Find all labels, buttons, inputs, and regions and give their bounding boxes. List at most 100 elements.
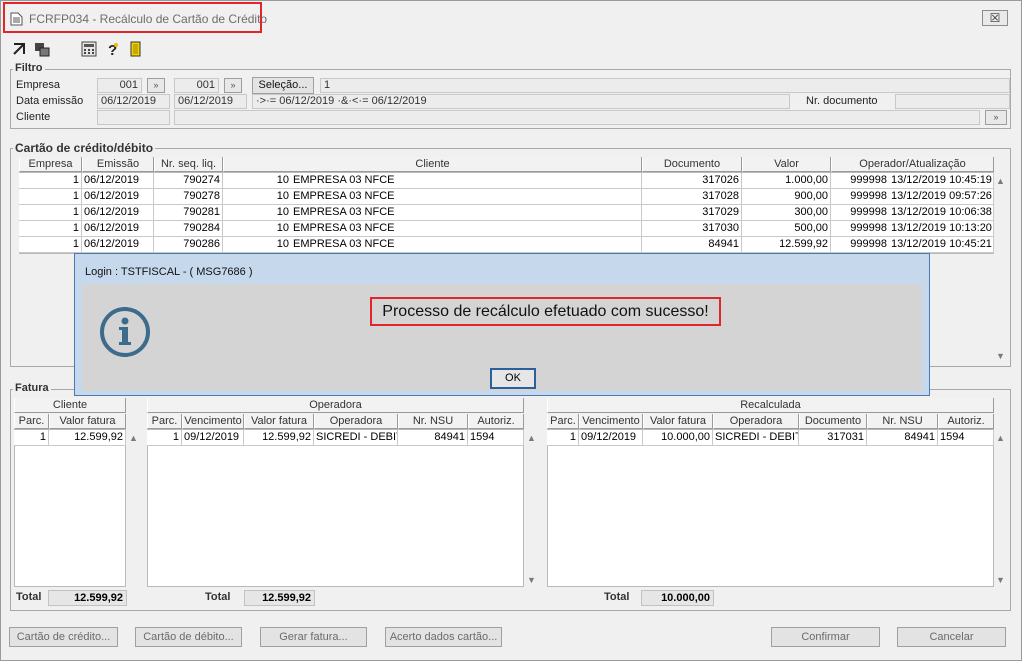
table-cell[interactable]: 09/12/2019	[579, 430, 643, 446]
scroll-up-arrow[interactable]: ▲	[129, 433, 138, 443]
table-cell[interactable]: 999998	[831, 189, 889, 205]
table-cell[interactable]: 84941	[642, 237, 742, 253]
close-button[interactable]: ☒	[982, 10, 1008, 26]
table-cell[interactable]: 999998	[831, 221, 889, 237]
scroll-down-arrow[interactable]: ▼	[527, 575, 536, 585]
table-cell[interactable]: 317029	[642, 205, 742, 221]
recalc-col-documento[interactable]: Documento	[799, 414, 867, 429]
table-cell[interactable]: 317030	[642, 221, 742, 237]
calculator-icon[interactable]	[81, 41, 97, 57]
help-icon[interactable]: ?	[105, 41, 121, 57]
empresa-from-lookup-button[interactable]: »	[147, 78, 165, 93]
table-cell[interactable]: 790281	[154, 205, 223, 221]
scroll-down-arrow[interactable]: ▼	[996, 575, 1005, 585]
empresa-to-field[interactable]: 001	[174, 78, 219, 93]
nr-documento-field[interactable]	[895, 94, 1010, 109]
operadora-col-operadora[interactable]: Operadora	[314, 414, 398, 429]
table-cell[interactable]: 13/12/2019 10:45:19	[889, 173, 994, 189]
recalc-col-nsu[interactable]: Nr. NSU	[867, 414, 938, 429]
table-cell[interactable]: 12.599,92	[742, 237, 831, 253]
table-cell[interactable]: 06/12/2019	[82, 237, 154, 253]
table-cell[interactable]: EMPRESA 03 NFCE	[291, 205, 642, 221]
confirmar-button[interactable]: Confirmar	[771, 627, 880, 647]
empresa-to-lookup-button[interactable]: »	[224, 78, 242, 93]
col-emissao[interactable]: Emissão	[82, 157, 154, 172]
table-cell[interactable]: EMPRESA 03 NFCE	[291, 173, 642, 189]
operadora-col-parc[interactable]: Parc.	[147, 414, 182, 429]
fatura-operadora-grid[interactable]	[147, 429, 524, 587]
cliente-lookup-button[interactable]: »	[985, 110, 1007, 125]
table-cell[interactable]: 06/12/2019	[82, 173, 154, 189]
cliente-name-field[interactable]	[174, 110, 980, 125]
cancelar-button[interactable]: Cancelar	[897, 627, 1006, 647]
table-cell[interactable]: 06/12/2019	[82, 221, 154, 237]
exit-arrow-icon[interactable]	[11, 41, 27, 57]
table-cell[interactable]: 1	[14, 430, 49, 446]
gerar-fatura-button[interactable]: Gerar fatura...	[260, 627, 367, 647]
col-cliente[interactable]: Cliente	[223, 157, 642, 172]
acerto-dados-cartao-button[interactable]: Acerto dados cartão...	[385, 627, 502, 647]
recalc-col-vencimento[interactable]: Vencimento	[579, 414, 643, 429]
recalc-col-operadora[interactable]: Operadora	[713, 414, 799, 429]
scroll-up-arrow[interactable]: ▲	[996, 176, 1005, 186]
table-cell[interactable]: 10	[223, 237, 291, 253]
recalc-col-parc[interactable]: Parc.	[547, 414, 579, 429]
table-cell[interactable]: 300,00	[742, 205, 831, 221]
table-cell[interactable]: 500,00	[742, 221, 831, 237]
table-cell[interactable]: 10	[223, 189, 291, 205]
operadora-col-valor[interactable]: Valor fatura	[244, 414, 314, 429]
table-cell[interactable]: 10	[223, 173, 291, 189]
cliente-col-valor[interactable]: Valor fatura	[49, 414, 126, 429]
window-switch-icon[interactable]	[34, 41, 50, 57]
cliente-code-field[interactable]	[97, 110, 170, 125]
table-cell[interactable]: 790278	[154, 189, 223, 205]
table-cell[interactable]: SICREDI - DEBITO	[713, 430, 799, 446]
table-cell[interactable]: 13/12/2019 09:57:26	[889, 189, 994, 205]
table-cell[interactable]: SICREDI - DEBITO	[314, 430, 398, 446]
data-to-field[interactable]: 06/12/2019	[174, 94, 247, 109]
data-from-field[interactable]: 06/12/2019	[97, 94, 170, 109]
table-cell[interactable]: 790284	[154, 221, 223, 237]
scroll-up-arrow[interactable]: ▲	[996, 433, 1005, 443]
table-cell[interactable]: 317031	[799, 430, 867, 446]
col-empresa[interactable]: Empresa	[19, 157, 82, 172]
table-cell[interactable]: 13/12/2019 10:06:38	[889, 205, 994, 221]
table-cell[interactable]: 13/12/2019 10:13:20	[889, 221, 994, 237]
recalc-col-autoriz[interactable]: Autoriz.	[938, 414, 994, 429]
selecao-button[interactable]: Seleção...	[252, 77, 314, 94]
operadora-col-vencimento[interactable]: Vencimento	[182, 414, 244, 429]
col-documento[interactable]: Documento	[642, 157, 742, 172]
ok-button[interactable]: OK	[490, 368, 536, 389]
empresa-from-field[interactable]: 001	[97, 78, 142, 93]
table-cell[interactable]: 84941	[398, 430, 468, 446]
table-cell[interactable]: 10.000,00	[643, 430, 713, 446]
scroll-down-arrow[interactable]: ▼	[996, 351, 1005, 361]
table-cell[interactable]: 317026	[642, 173, 742, 189]
table-cell[interactable]: 999998	[831, 237, 889, 253]
col-valor[interactable]: Valor	[742, 157, 831, 172]
door-exit-icon[interactable]	[128, 41, 144, 57]
operadora-col-nsu[interactable]: Nr. NSU	[398, 414, 468, 429]
table-cell[interactable]: 1	[19, 189, 82, 205]
data-expression-field[interactable]: ·>·= 06/12/2019 ·&·<·= 06/12/2019	[252, 94, 790, 109]
cliente-col-parc[interactable]: Parc.	[14, 414, 49, 429]
table-cell[interactable]: 13/12/2019 10:45:21	[889, 237, 994, 253]
table-cell[interactable]: 1	[19, 237, 82, 253]
cartao-credito-button[interactable]: Cartão de crédito...	[9, 627, 118, 647]
table-cell[interactable]: 1	[19, 173, 82, 189]
table-cell[interactable]: 790286	[154, 237, 223, 253]
table-cell[interactable]: 1	[19, 221, 82, 237]
table-cell[interactable]: 1594	[468, 430, 524, 446]
table-cell[interactable]: 12.599,92	[49, 430, 126, 446]
table-cell[interactable]: EMPRESA 03 NFCE	[291, 237, 642, 253]
scroll-up-arrow[interactable]: ▲	[527, 433, 536, 443]
table-cell[interactable]: EMPRESA 03 NFCE	[291, 221, 642, 237]
operadora-col-autoriz[interactable]: Autoriz.	[468, 414, 524, 429]
table-cell[interactable]: 10	[223, 221, 291, 237]
table-cell[interactable]: EMPRESA 03 NFCE	[291, 189, 642, 205]
fatura-cliente-grid[interactable]	[14, 429, 126, 587]
table-cell[interactable]: 790274	[154, 173, 223, 189]
table-cell[interactable]: 999998	[831, 173, 889, 189]
recalc-col-valor[interactable]: Valor fatura	[643, 414, 713, 429]
table-cell[interactable]: 900,00	[742, 189, 831, 205]
